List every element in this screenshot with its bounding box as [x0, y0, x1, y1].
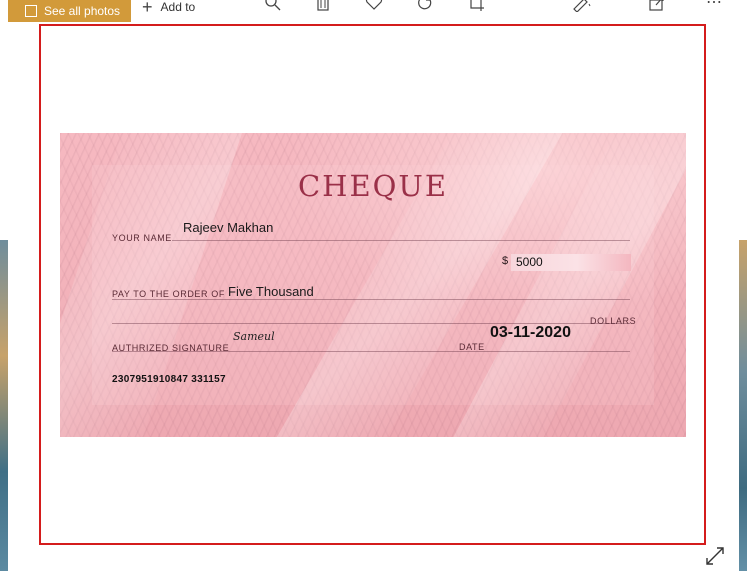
plus-icon: + — [142, 0, 153, 17]
add-to-label: Add to — [160, 0, 196, 14]
dollar-sign: $ — [502, 255, 509, 267]
favorite-icon[interactable] — [363, 0, 385, 16]
your-name-line — [172, 240, 630, 241]
share-icon[interactable] — [646, 0, 668, 16]
signature-line — [112, 351, 630, 352]
cheque-image: CHEQUE YOUR NAME Rajeev Makhan $ 5000 PA… — [60, 133, 686, 437]
more-icon[interactable]: ⋯ — [703, 0, 725, 14]
wallpaper-strip-left — [0, 240, 8, 571]
your-name-label: YOUR NAME — [112, 233, 172, 243]
edit-icon[interactable] — [570, 0, 592, 16]
your-name-value: Rajeev Makhan — [183, 220, 274, 235]
see-all-label: See all photos — [44, 4, 121, 18]
pay-to-line — [112, 299, 630, 300]
pay-to-value: Five Thousand — [228, 284, 314, 299]
rotate-icon[interactable] — [414, 0, 436, 16]
see-all-photos-button[interactable]: See all photos — [8, 0, 131, 22]
wallpaper-strip-right — [739, 240, 747, 571]
photos-icon — [24, 4, 38, 18]
pay-to-label: PAY TO THE ORDER OF — [112, 289, 225, 299]
cheque-title: CHEQUE — [297, 169, 449, 203]
date-label: DATE — [459, 342, 485, 352]
add-to-button[interactable]: + Add to — [142, 0, 195, 18]
signature-value: Sameul — [233, 330, 275, 343]
zoom-icon[interactable] — [262, 0, 284, 16]
dollars-label: DOLLARS — [590, 316, 637, 326]
expand-icon[interactable] — [704, 545, 726, 567]
date-value: 03-11-2020 — [490, 324, 571, 341]
delete-icon[interactable] — [312, 0, 334, 16]
amount-value: 5000 — [516, 255, 543, 269]
micr-line: 2307951910847 331157 — [112, 374, 226, 385]
crop-icon[interactable] — [465, 0, 487, 16]
